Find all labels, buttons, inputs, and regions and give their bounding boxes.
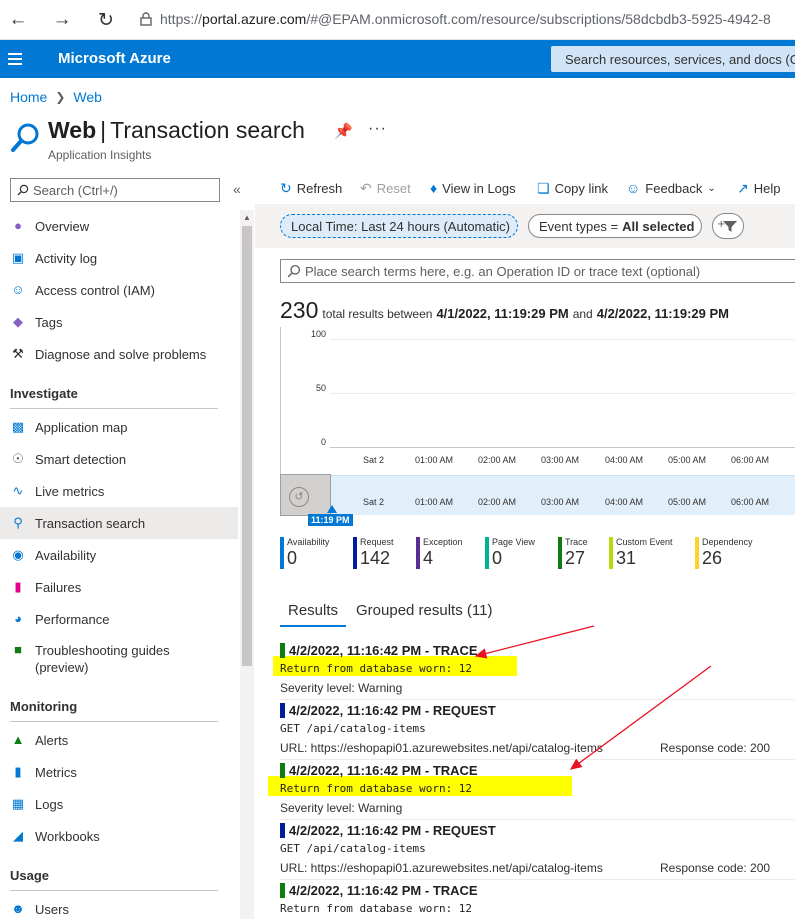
- annotation-arrow: [474, 625, 595, 659]
- annotation-arrows: [474, 625, 712, 770]
- annotation-arrow: [569, 665, 712, 770]
